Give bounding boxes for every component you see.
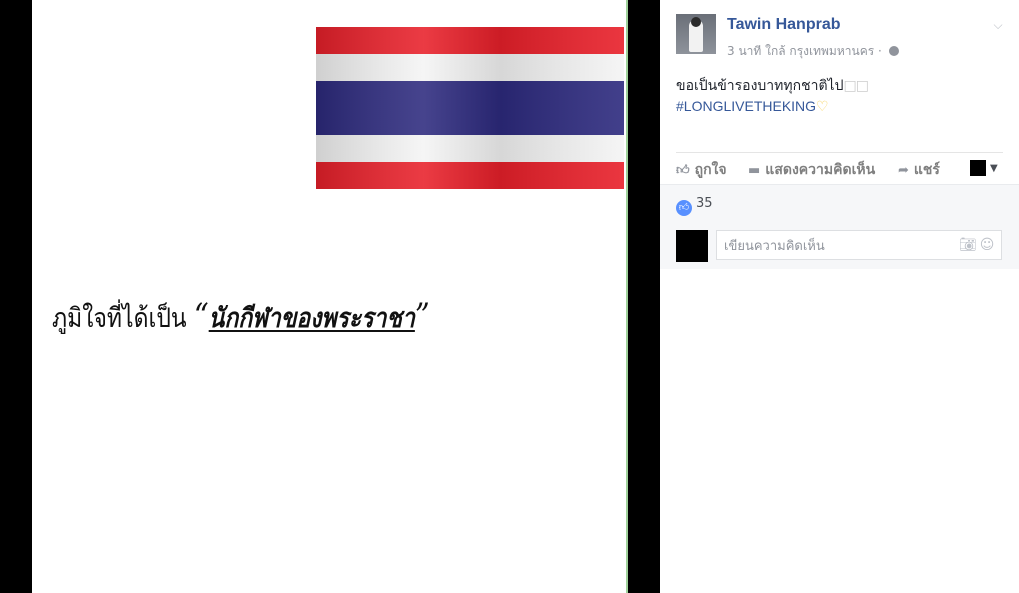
chevron-down-icon: ▼ [990, 163, 998, 174]
photo-caption: ภูมิใจที่ได้เป็น “นักกีฬาของพระราชา” [52, 296, 430, 339]
comment-button[interactable]: ▬ แสดงความคิดเห็น [748, 159, 875, 181]
meta-separator: · [878, 44, 882, 58]
audience-avatar [970, 160, 986, 176]
speech-bubble-icon: ▬ [748, 163, 761, 178]
quote-close: ” [414, 296, 430, 336]
photo-edge [626, 0, 628, 593]
share-label: แชร์ [913, 162, 940, 178]
comment-label: แสดงความคิดเห็น [765, 162, 876, 178]
photo[interactable]: ภูมิใจที่ได้เป็น “นักกีฬาของพระราชา” [32, 0, 628, 593]
thai-flag-image [316, 27, 624, 189]
like-count: 35 [696, 196, 713, 211]
like-badge-icon: 👍︎ [676, 200, 692, 216]
comment-box: 📷︎ ☺ [716, 230, 1002, 261]
chevron-down-icon[interactable]: ⌵ [991, 18, 1005, 32]
author-name[interactable]: Tawin Hanprab [727, 16, 841, 34]
heart-icon: ♡ [816, 99, 829, 115]
post-text-line1: ขอเป็นข้ารองบาททุกชาติไป [676, 78, 844, 94]
missing-glyph-boxes: □□ [843, 78, 868, 94]
caption-prefix: ภูมิใจที่ได้เป็น [52, 303, 187, 334]
camera-icon[interactable]: 📷︎ [959, 237, 977, 253]
photo-viewer: ภูมิใจที่ได้เป็น “นักกีฬาของพระราชา” [0, 0, 660, 593]
comment-input[interactable] [722, 231, 946, 261]
post-text: ขอเป็นข้ารองบาททุกชาติไป□□ #LONGLIVETHEK… [676, 76, 1005, 117]
post-location[interactable]: ใกล้ กรุงเทพมหานคร [765, 44, 874, 58]
share-audience-selector[interactable]: ▼ [970, 160, 1004, 178]
globe-icon [888, 46, 899, 56]
like-summary[interactable]: 👍︎ 35 [676, 196, 713, 216]
hashtag-link[interactable]: #LONGLIVETHEKING [676, 98, 816, 114]
commenter-avatar [676, 230, 708, 262]
author-avatar[interactable] [676, 14, 716, 54]
like-button[interactable]: 👍︎ ถูกใจ [676, 159, 727, 181]
share-arrow-icon: ➦ [898, 163, 909, 178]
like-label: ถูกใจ [694, 162, 727, 178]
post-actions: 👍︎ ถูกใจ ▬ แสดงความคิดเห็น ➦ แชร์ ▼ [676, 152, 1003, 183]
thumbs-up-icon: 👍︎ [676, 163, 690, 178]
post-meta: 3 นาที ใกล้ กรุงเทพมหานคร · [727, 42, 899, 61]
post-header: Tawin Hanprab 3 นาที ใกล้ กรุงเทพมหานคร … [676, 14, 1005, 58]
caption-emphasis: นักกีฬาของพระราชา [208, 303, 415, 334]
quote-open: “ [193, 296, 209, 336]
post-sidebar: Tawin Hanprab 3 นาที ใกล้ กรุงเทพมหานคร … [660, 0, 1019, 593]
smiley-icon[interactable]: ☺ [979, 237, 995, 253]
post-time[interactable]: 3 นาที [727, 44, 761, 58]
feedback-area: 👍︎ 35 📷︎ ☺ [660, 184, 1019, 269]
share-button[interactable]: ➦ แชร์ [898, 159, 940, 181]
